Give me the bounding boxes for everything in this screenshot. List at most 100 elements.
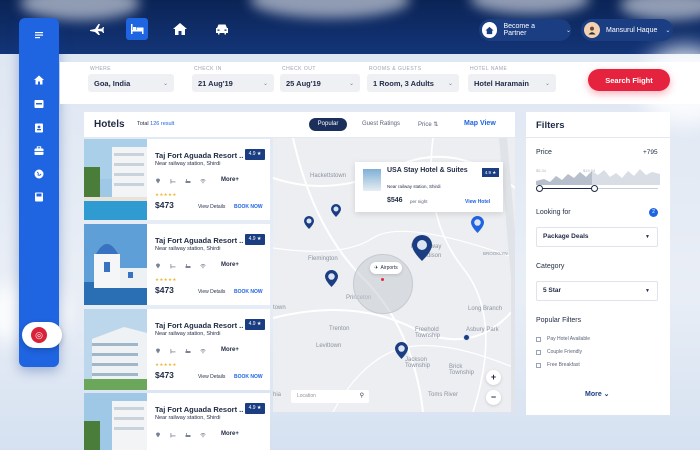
map-label: Levittown — [316, 343, 342, 349]
map-pin[interactable] — [395, 342, 408, 359]
map-pin[interactable] — [304, 216, 314, 229]
hotel-name-field[interactable]: HOTEL NAME Hotel Haramain ⌄ — [468, 66, 556, 92]
rating-badge: 4.9 ★ — [245, 403, 265, 414]
emergency-icon: ◎ — [31, 327, 47, 343]
hotel-name[interactable]: Taj Fort Aguada Resort .. — [155, 321, 243, 330]
car-icon[interactable] — [211, 19, 233, 39]
map-location-search[interactable]: Location ⚲ — [291, 390, 369, 403]
save-icon[interactable] — [33, 191, 45, 203]
bed-icon — [170, 432, 176, 438]
contact-icon[interactable] — [33, 122, 45, 134]
airport-tag[interactable]: ✈ Airports — [370, 262, 402, 274]
checkbox-label: Pay Hotel Available — [547, 336, 590, 342]
book-now-link[interactable]: BOOK NOW — [234, 204, 263, 210]
user-menu[interactable]: Mansurul Haque ⌄ — [581, 19, 673, 41]
checkout-value[interactable]: 25 Aug'19 — [286, 79, 321, 88]
rooms-value[interactable]: 1 Room, 3 Adults — [373, 79, 434, 88]
filter-checkbox[interactable]: Free Breakfast — [536, 361, 656, 369]
hotel-name[interactable]: Taj Fort Aguada Resort .. — [155, 236, 243, 245]
map-label: Hackettstown — [310, 173, 347, 179]
chevron-down-icon: ⌄ — [447, 80, 453, 87]
view-details-link[interactable]: View Details — [198, 204, 225, 210]
sidebar-toggle[interactable]: ◎ — [22, 322, 62, 348]
map-pin[interactable] — [331, 204, 341, 217]
rooms-field[interactable]: ROOMS & GUESTS 1 Room, 3 Adults ⌄ — [367, 66, 459, 92]
price-slider-max-handle[interactable] — [591, 185, 598, 192]
zoom-in-button[interactable]: + — [486, 370, 501, 385]
checkbox[interactable] — [536, 349, 541, 355]
checkout-field[interactable]: CHECK OUT 25 Aug'19 ⌄ — [280, 66, 360, 92]
divider — [526, 137, 670, 138]
more-amenities-link[interactable]: More+ — [221, 347, 239, 353]
hotel-name[interactable]: Taj Fort Aguada Resort .. — [155, 405, 243, 414]
checkbox[interactable] — [536, 362, 541, 368]
checkbox-label: Couple Friendly — [547, 349, 583, 355]
where-value[interactable]: Goa, India — [94, 79, 130, 88]
more-filters-button[interactable]: More ⌄ — [585, 390, 610, 398]
hotel-card[interactable]: Taj Fort Aguada Resort .. Near railway s… — [84, 224, 270, 305]
rating-badge: 4.9 ★ — [245, 149, 265, 160]
chevron-down-icon: ⌄ — [262, 80, 268, 87]
rooms-label: ROOMS & GUESTS — [369, 66, 422, 72]
book-now-link[interactable]: BOOK NOW — [234, 374, 263, 380]
map-pin[interactable] — [471, 216, 484, 233]
briefcase-icon[interactable] — [33, 145, 45, 157]
rating-badge: 4.9 ★ — [245, 319, 265, 330]
hotels-icon[interactable] — [126, 18, 148, 40]
filter-checkbox[interactable]: Pay Hotel Available — [536, 335, 656, 343]
hotel-name-value[interactable]: Hotel Haramain — [474, 79, 529, 88]
flights-icon[interactable] — [86, 19, 108, 39]
hotel-popup[interactable]: USA Stay Hotel & Suites Near railway sta… — [355, 162, 503, 212]
more-amenities-link[interactable]: More+ — [221, 177, 239, 183]
popup-per-night: per night — [410, 199, 428, 204]
hotel-name[interactable]: Taj Fort Aguada Resort .. — [155, 151, 243, 160]
become-partner-button[interactable]: Become a Partner ⌄ — [479, 19, 571, 41]
popup-hotel-name[interactable]: USA Stay Hotel & Suites — [387, 167, 471, 175]
tab-guest-ratings[interactable]: Guest Ratings — [362, 121, 400, 127]
inbox-icon[interactable] — [33, 98, 45, 110]
home-nav-icon[interactable] — [169, 19, 191, 39]
checkin-field[interactable]: CHECK IN 21 Aug'19 ⌄ — [192, 66, 274, 92]
more-amenities-link[interactable]: More+ — [221, 431, 239, 437]
tab-popular[interactable]: Popular — [309, 118, 347, 131]
checkin-value[interactable]: 21 Aug'19 — [198, 79, 233, 88]
category-select[interactable]: 5 Star ▼ — [536, 281, 658, 301]
zoom-out-button[interactable]: − — [486, 390, 501, 405]
airplane-icon: ✈ — [374, 265, 379, 271]
map-view[interactable]: Hackettstown Flemington Piscataway Ediso… — [273, 138, 515, 412]
menu-icon[interactable] — [33, 29, 45, 41]
location-pin-icon — [155, 432, 161, 438]
filter-checkbox[interactable]: Couple Friendly — [536, 348, 656, 356]
airport-dot — [381, 278, 384, 281]
hotel-card[interactable]: Taj Fort Aguada Resort .. Near railway s… — [84, 393, 270, 450]
user-name: Mansurul Haque — [606, 26, 658, 34]
bath-icon — [185, 178, 191, 184]
book-now-link[interactable]: BOOK NOW — [234, 289, 263, 295]
hotel-photo — [84, 309, 147, 390]
view-details-link[interactable]: View Details — [198, 374, 225, 380]
view-hotel-link[interactable]: View Hotel — [465, 199, 490, 205]
tab-price[interactable]: Price ⇅ — [418, 121, 438, 128]
map-pin-selected[interactable] — [412, 235, 432, 261]
hotel-card[interactable]: Taj Fort Aguada Resort .. Near railway s… — [84, 309, 270, 390]
globe-icon[interactable] — [33, 168, 45, 180]
checkbox[interactable] — [536, 336, 541, 342]
price-slider-min-handle[interactable] — [536, 185, 543, 192]
wifi-icon — [200, 263, 206, 269]
star-rating: ★★★★★ — [155, 277, 177, 282]
tab-map-view[interactable]: Map View — [464, 120, 496, 127]
where-label: WHERE — [90, 66, 112, 72]
bed-icon — [170, 348, 176, 354]
map-pin[interactable] — [325, 270, 338, 287]
view-details-link[interactable]: View Details — [198, 289, 225, 295]
home-icon[interactable] — [33, 74, 45, 86]
where-field[interactable]: WHERE Goa, India ⌄ — [88, 66, 174, 92]
search-flight-button[interactable]: Search Flight — [588, 69, 670, 91]
map-point[interactable] — [463, 334, 470, 341]
more-amenities-link[interactable]: More+ — [221, 262, 239, 268]
map-label: Freehold Township — [415, 327, 441, 339]
looking-for-select[interactable]: Package Deals ▼ — [536, 227, 658, 247]
location-pin-icon — [155, 348, 161, 354]
bath-icon — [185, 263, 191, 269]
hotel-card[interactable]: Taj Fort Aguada Resort .. Near railway s… — [84, 139, 270, 220]
